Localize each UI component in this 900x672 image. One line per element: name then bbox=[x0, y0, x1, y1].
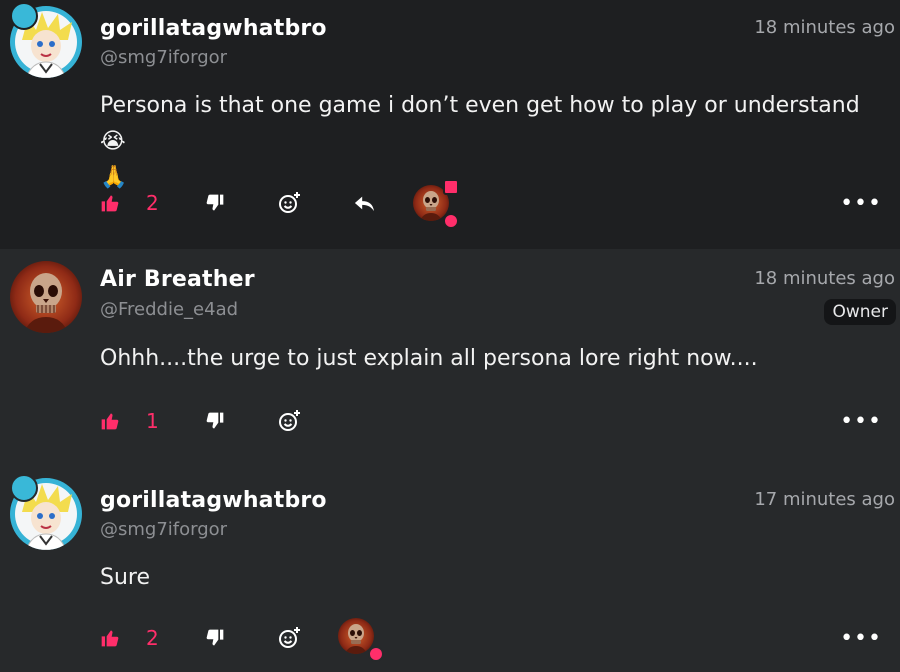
comment-text: Ohhh....the urge to just explain all per… bbox=[100, 346, 758, 371]
comment-handle[interactable]: @smg7iforgor bbox=[100, 47, 227, 68]
reply-button[interactable] bbox=[353, 185, 375, 221]
add-reaction-button[interactable] bbox=[277, 403, 301, 439]
more-options-button[interactable]: ••• bbox=[840, 191, 882, 216]
like-count: 2 bbox=[146, 626, 159, 650]
dislike-button[interactable] bbox=[205, 185, 225, 221]
thumbs-down-icon bbox=[206, 629, 224, 646]
more-options-button[interactable]: ••• bbox=[840, 409, 882, 434]
dislike-button[interactable] bbox=[205, 403, 225, 439]
comment-actions: 1 ••• bbox=[100, 403, 890, 439]
profile-frame-badge-icon bbox=[10, 2, 38, 30]
add-emoji-icon bbox=[279, 627, 300, 648]
comment-handle[interactable]: @smg7iforgor bbox=[100, 519, 227, 540]
chat-bubble-icon bbox=[443, 179, 459, 195]
like-count: 2 bbox=[146, 191, 159, 215]
add-reaction-button[interactable] bbox=[277, 620, 301, 656]
add-emoji-icon bbox=[279, 192, 300, 213]
comment-timestamp: 17 minutes ago bbox=[754, 489, 895, 510]
comment-timestamp: 18 minutes ago bbox=[754, 268, 895, 289]
reply-arrow-icon bbox=[354, 196, 374, 212]
more-options-button[interactable]: ••• bbox=[840, 626, 882, 651]
thumbs-down-icon bbox=[206, 194, 224, 211]
thumbs-down-icon bbox=[206, 412, 224, 429]
comment-username[interactable]: gorillatagwhatbro bbox=[100, 16, 327, 41]
heart-icon bbox=[368, 646, 384, 662]
like-button[interactable] bbox=[100, 185, 120, 221]
owner-badge: Owner bbox=[824, 299, 896, 325]
thumbs-up-icon bbox=[101, 630, 119, 647]
heart-icon bbox=[443, 213, 459, 229]
comment-item: gorillatagwhatbro @smg7iforgor 17 minute… bbox=[0, 464, 900, 672]
like-count: 1 bbox=[146, 409, 159, 433]
profile-frame-badge-icon bbox=[10, 474, 38, 502]
thumbs-up-icon bbox=[101, 195, 119, 212]
user-avatar[interactable] bbox=[10, 261, 82, 333]
dislike-button[interactable] bbox=[205, 620, 225, 656]
comment-handle[interactable]: @Freddie_e4ad bbox=[100, 299, 238, 320]
like-button[interactable] bbox=[100, 620, 120, 656]
comment-username[interactable]: gorillatagwhatbro bbox=[100, 488, 327, 513]
comment-item: Air Breather @Freddie_e4ad 18 minutes ag… bbox=[0, 249, 900, 464]
add-emoji-icon bbox=[279, 410, 300, 431]
comment-username[interactable]: Air Breather bbox=[100, 267, 255, 292]
comment-text: Sure bbox=[100, 565, 151, 590]
like-button[interactable] bbox=[100, 403, 120, 439]
comment-timestamp: 18 minutes ago bbox=[754, 17, 895, 38]
comment-item: gorillatagwhatbro @smg7iforgor 18 minute… bbox=[0, 0, 900, 249]
comment-text: Persona is that one game i don’t even ge… bbox=[100, 93, 860, 154]
comment-actions: 2 ••• bbox=[100, 179, 890, 229]
comment-actions: 2 ••• bbox=[100, 620, 890, 662]
add-reaction-button[interactable] bbox=[277, 185, 301, 221]
thumbs-up-icon bbox=[101, 413, 119, 430]
comment-body: Persona is that one game i don’t even ge… bbox=[100, 88, 890, 196]
